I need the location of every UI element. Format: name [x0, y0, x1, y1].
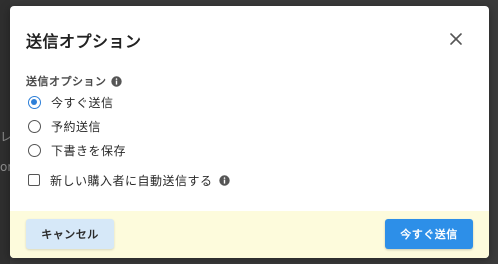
close-button[interactable] — [447, 30, 465, 48]
dialog-body: 送信オプション 今すぐ送信 予約送信 下書きを保存 新しい購入者に自動送信する — [26, 72, 473, 192]
radio-button[interactable] — [28, 143, 41, 157]
radio-option-schedule[interactable]: 予約送信 — [26, 114, 473, 138]
radio-button[interactable] — [28, 119, 41, 133]
info-icon[interactable] — [110, 75, 122, 87]
dialog-footer: キャンセル 今すぐ送信 — [10, 211, 489, 258]
section-label-text: 送信オプション — [26, 75, 107, 88]
radio-option-send-now[interactable]: 今すぐ送信 — [26, 90, 473, 114]
radio-option-save-draft[interactable]: 下書きを保存 — [26, 138, 473, 162]
radio-label: 予約送信 — [51, 119, 102, 134]
close-icon — [450, 33, 462, 45]
section-label: 送信オプション — [26, 72, 473, 90]
radio-button-selected[interactable] — [28, 95, 41, 109]
checkbox-label: 新しい購入者に自動送信する — [50, 173, 213, 188]
auto-send-checkbox[interactable] — [28, 174, 40, 186]
dialog-title: 送信オプション — [26, 32, 142, 51]
dialog-header: 送信オプション — [10, 6, 489, 68]
auto-send-checkbox-row[interactable]: 新しい購入者に自動送信する — [26, 168, 473, 192]
send-now-button[interactable]: 今すぐ送信 — [385, 219, 473, 249]
send-options-dialog: 送信オプション 送信オプション 今すぐ送信 予約送信 下書きを保存 新しい購入者… — [10, 6, 489, 258]
radio-label: 下書きを保存 — [51, 143, 127, 158]
radio-label: 今すぐ送信 — [51, 95, 114, 110]
info-icon[interactable] — [218, 174, 230, 186]
cancel-button[interactable]: キャンセル — [26, 219, 114, 249]
